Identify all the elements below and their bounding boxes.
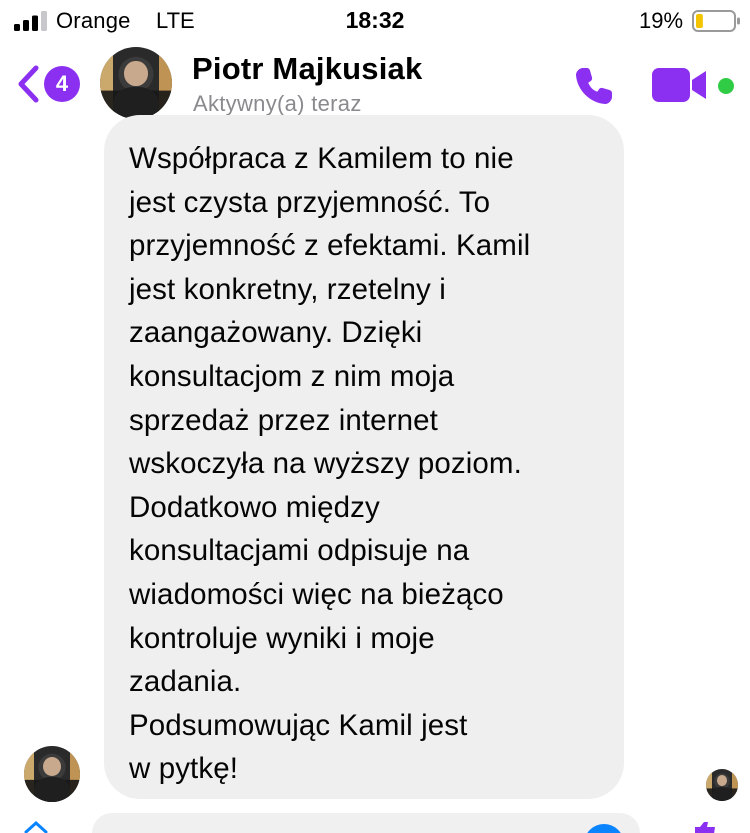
- like-icon[interactable]: [692, 822, 718, 833]
- sender-avatar[interactable]: [24, 746, 80, 802]
- message-input[interactable]: [92, 813, 640, 833]
- message-bubble[interactable]: Współpraca z Kamilem to nie jest czysta …: [104, 115, 624, 799]
- battery-icon: [692, 10, 740, 32]
- read-receipt-avatar: [706, 769, 738, 801]
- contact-name[interactable]: Piotr Majkusiak: [192, 51, 422, 87]
- expand-icon[interactable]: [24, 820, 48, 833]
- contact-status: Aktywny(a) teraz: [193, 91, 362, 116]
- messenger-chat-screen: Orange LTE 18:32 19% 4 Piotr Majkusiak A…: [0, 0, 750, 833]
- avatar-body: [34, 777, 70, 802]
- avatar-body: [711, 786, 733, 801]
- battery-percent: 19%: [639, 8, 684, 33]
- message-thread[interactable]: Współpraca z Kamilem to nie jest czysta …: [0, 115, 750, 833]
- unread-count-badge[interactable]: 4: [44, 66, 80, 102]
- phone-icon[interactable]: [570, 62, 618, 110]
- chevron-left-icon[interactable]: [16, 64, 42, 104]
- online-status-dot: [718, 78, 734, 94]
- message-text: Współpraca z Kamilem to nie jest czysta …: [129, 142, 531, 786]
- status-time: 18:32: [345, 7, 405, 33]
- video-camera-icon[interactable]: [652, 68, 708, 102]
- avatar-head: [124, 61, 148, 86]
- status-bar: Orange LTE 18:32 19%: [0, 0, 750, 42]
- avatar[interactable]: [100, 47, 172, 119]
